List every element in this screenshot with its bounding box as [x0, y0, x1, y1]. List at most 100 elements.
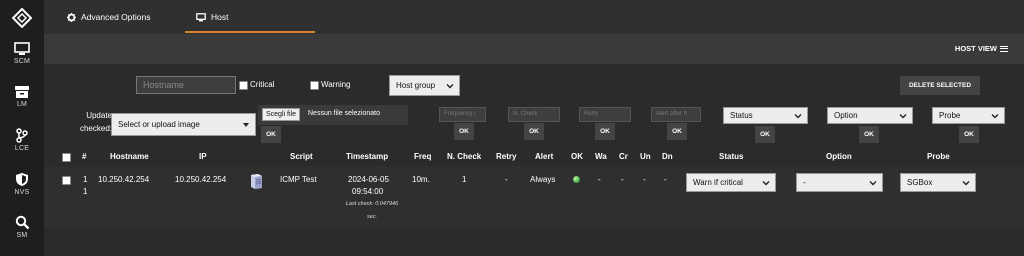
- hostname-input[interactable]: Hostname: [136, 76, 236, 94]
- host-group-select[interactable]: Host group: [389, 75, 460, 96]
- option-select[interactable]: Option: [827, 107, 913, 124]
- host-panel: Hostname Critical Warning Host group DEL…: [44, 64, 1024, 256]
- ok-button-retry[interactable]: OK: [595, 123, 615, 140]
- col-header-timestamp: Timestamp: [346, 152, 389, 161]
- sidebar-item-sm[interactable]: SM: [0, 215, 44, 239]
- row-ncheck: 1: [462, 175, 467, 184]
- chevron-down-icon: [899, 113, 907, 118]
- row-number-sub: 1: [83, 187, 88, 196]
- warning-checkbox[interactable]: [310, 81, 319, 90]
- col-header-dn: Dn: [662, 152, 673, 161]
- row-ip: 10.250.42.254: [175, 175, 227, 184]
- sidebar-item-label: NVS: [14, 189, 30, 196]
- chevron-down-icon: [794, 113, 802, 118]
- tab-bar: Advanced Options Host: [44, 0, 1024, 34]
- row-cr: -: [621, 175, 624, 184]
- row-option-select[interactable]: -: [796, 173, 883, 192]
- critical-checkbox[interactable]: [239, 81, 248, 90]
- row-checkbox[interactable]: [62, 176, 71, 185]
- row-last-check: Last check: 0.047946: [345, 201, 399, 207]
- col-header-option: Option: [826, 152, 852, 161]
- col-header-probe: Probe: [927, 152, 950, 161]
- retry-input[interactable]: Retry: [579, 107, 631, 122]
- active-tab-indicator: [185, 31, 315, 33]
- image-select[interactable]: Select or upload image: [111, 113, 256, 136]
- sidebar-item-label: LCE: [14, 145, 30, 152]
- row-script: ICMP Test: [280, 175, 317, 184]
- col-header-freq: Freq: [414, 152, 432, 161]
- sidebar-item-nvs[interactable]: NVS: [0, 172, 44, 196]
- row-last-check-unit: sec.: [366, 214, 378, 220]
- row-number: 1: [83, 175, 88, 184]
- branch-icon: [16, 128, 28, 143]
- col-header-num: #: [82, 152, 87, 161]
- frequency-input[interactable]: Frequency (: [439, 107, 486, 122]
- row-timestamp-time: 09:54:00: [352, 187, 384, 196]
- col-header-wa: Wa: [595, 152, 607, 161]
- ok-button-ncheck[interactable]: OK: [524, 123, 544, 140]
- probe-select[interactable]: Probe: [932, 107, 1005, 124]
- col-header-cr: Cr: [619, 152, 628, 161]
- monitor-icon: [196, 12, 206, 21]
- monitor-icon: [14, 42, 30, 55]
- caret-down-icon: [243, 122, 249, 127]
- col-header-status: Status: [719, 152, 744, 161]
- ok-button-option[interactable]: OK: [859, 126, 879, 143]
- file-status: Nessun file selezionato: [308, 110, 380, 117]
- shield-icon: [16, 173, 28, 186]
- tab-label: Advanced Options: [81, 12, 151, 22]
- col-header-script: Script: [290, 152, 313, 161]
- delete-selected-button[interactable]: DELETE SELECTED: [900, 76, 980, 95]
- search-icon: [15, 215, 29, 230]
- row-alert: Always: [530, 175, 556, 184]
- choose-file-button[interactable]: Scegli file: [262, 108, 300, 121]
- row-retry: -: [505, 175, 508, 184]
- server-script-icon: [251, 174, 262, 189]
- ok-button-image[interactable]: OK: [261, 126, 281, 143]
- tab-advanced-options[interactable]: Advanced Options: [67, 0, 150, 34]
- sidebar-item-label: LM: [16, 101, 28, 108]
- sidebar-item-label: SCM: [13, 58, 31, 65]
- status-ok-dot: [573, 176, 580, 183]
- row-un: -: [643, 175, 646, 184]
- file-upload[interactable]: Scegli file Nessun file selezionato: [258, 105, 408, 125]
- ncheck-input[interactable]: N. Check: [508, 107, 560, 122]
- col-header-alert: Alert: [535, 152, 554, 161]
- row-dn: -: [664, 175, 667, 184]
- col-header-un: Un: [640, 152, 651, 161]
- chevron-down-icon: [762, 180, 770, 185]
- panel-header: HOST VIEW: [44, 34, 1024, 64]
- row-hostname: 10.250.42.254: [98, 175, 150, 184]
- update-checked-label-1: Update: [86, 111, 112, 120]
- tab-label: Host: [211, 12, 229, 22]
- sidebar-item-scm[interactable]: SCM: [0, 42, 44, 65]
- tab-host[interactable]: Host: [196, 0, 228, 34]
- chevron-down-icon: [962, 180, 970, 185]
- hamburger-icon: [1000, 44, 1008, 53]
- chevron-down-icon: [869, 180, 877, 185]
- select-all-checkbox[interactable]: [62, 153, 71, 162]
- alert-after-input[interactable]: Alert after h: [651, 107, 701, 122]
- row-wa: -: [598, 175, 601, 184]
- col-header-retry: Retry: [496, 152, 517, 161]
- sidebar-item-lce[interactable]: LCE: [0, 128, 44, 152]
- sidebar-item-lm[interactable]: LM: [0, 85, 44, 108]
- status-select[interactable]: Status: [723, 107, 808, 124]
- ok-button-probe[interactable]: OK: [959, 126, 979, 143]
- row-timestamp-date: 2024-06-05: [348, 175, 389, 184]
- chevron-down-icon: [446, 83, 454, 88]
- ok-button-alert[interactable]: OK: [667, 123, 687, 140]
- host-view-toggle[interactable]: HOST VIEW: [955, 44, 1008, 53]
- update-checked-label-2: checked:: [79, 124, 112, 133]
- row-probe-select[interactable]: SGBox: [900, 173, 976, 192]
- row-status-select[interactable]: Warn if critical: [686, 173, 776, 192]
- ok-button-frequency[interactable]: OK: [454, 123, 474, 140]
- chevron-down-icon: [991, 113, 999, 118]
- logo-icon[interactable]: [12, 8, 32, 28]
- ok-button-status[interactable]: OK: [755, 126, 775, 143]
- col-header-ncheck: N. Check: [447, 152, 482, 161]
- row-freq: 10m.: [412, 175, 430, 184]
- col-header-ip: IP: [199, 152, 207, 161]
- sidebar: SCM LM LCE NVS SM: [0, 0, 44, 256]
- archive-icon: [15, 86, 29, 98]
